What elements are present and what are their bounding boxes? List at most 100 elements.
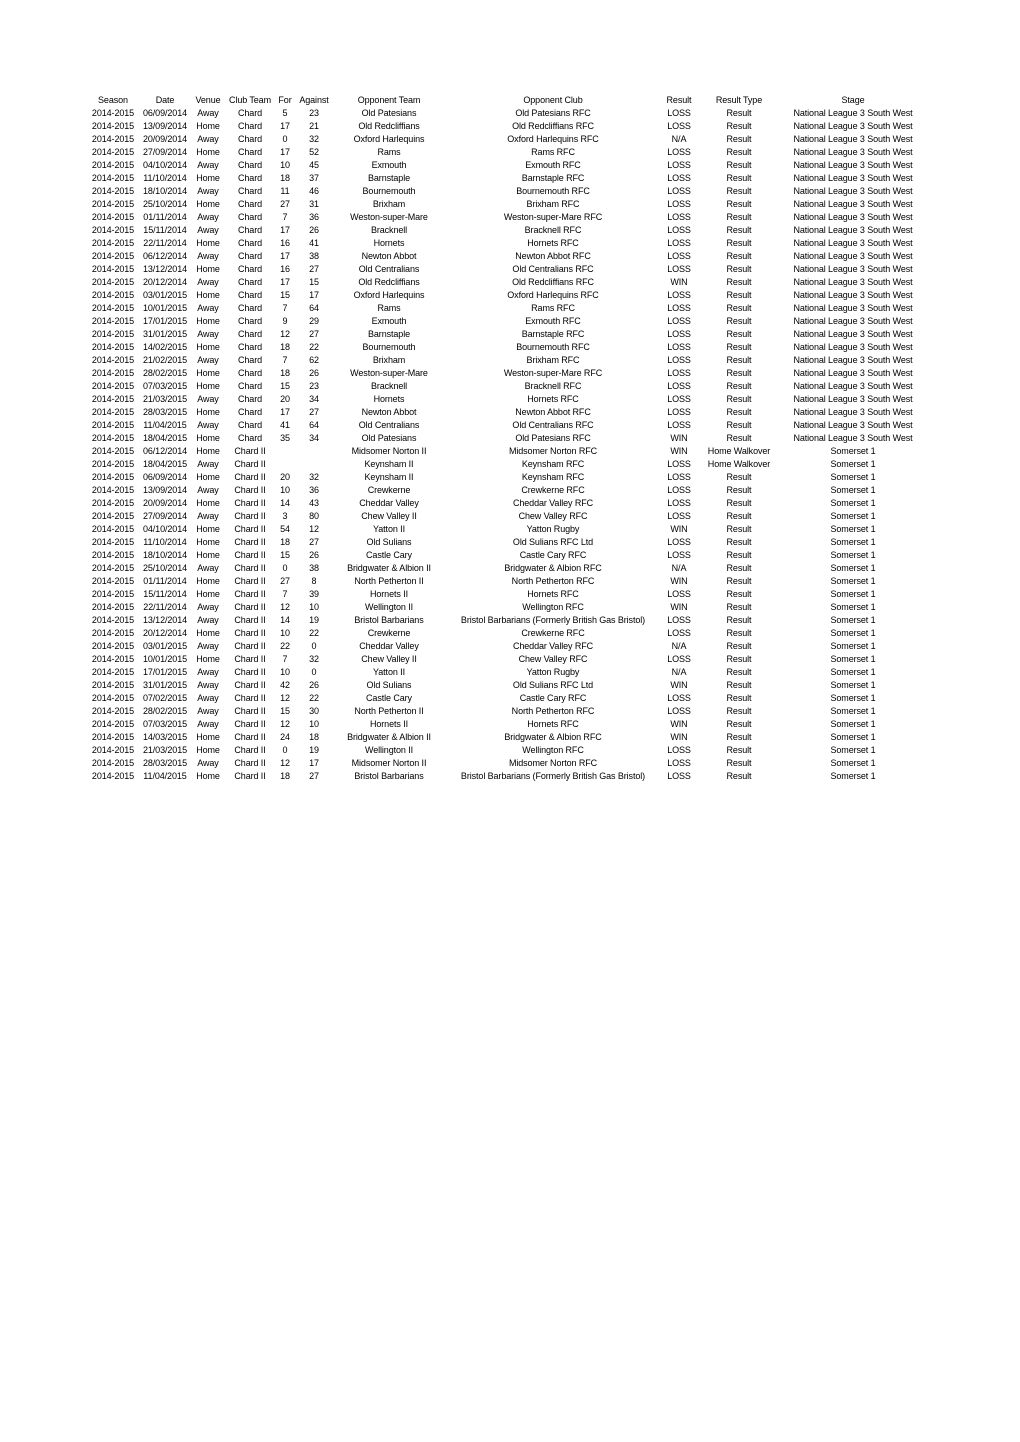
cell-date: 21/03/2015 (142, 745, 188, 755)
cell-against: 17 (309, 758, 319, 768)
cell-opponent-team: Bournemouth (362, 186, 416, 196)
cell-season: 2014-2015 (91, 459, 135, 469)
cell-season: 2014-2015 (91, 121, 135, 131)
cell-season: 2014-2015 (91, 771, 135, 781)
cell-result-type: Result (726, 641, 752, 651)
table-row: 2014-2015 14/03/2015 Home Chard II 24 18 Bridg… (88, 731, 924, 744)
table-row: 2014-2015 15/11/2014 Home Chard II 7 39 Hornet… (88, 588, 924, 601)
cell-result: LOSS (667, 238, 691, 248)
cell-against: 12 (309, 524, 319, 534)
cell-opponent-club: Bracknell RFC (524, 225, 582, 235)
cell-result: LOSS (667, 628, 691, 638)
table-row: 2014-2015 20/09/2014 Home Chard II 14 43 Chedd… (88, 497, 924, 510)
cell-season: 2014-2015 (91, 342, 135, 352)
cell-result: LOSS (667, 160, 691, 170)
cell-stage: Somerset 1 (830, 693, 876, 703)
cell-stage: National League 3 South West (793, 342, 913, 352)
cell-result-type: Result (726, 628, 752, 638)
cell-date: 11/10/2014 (143, 537, 187, 547)
cell-stage: National League 3 South West (793, 290, 913, 300)
header-stage: Stage (841, 95, 865, 105)
cell-date: 04/10/2014 (142, 160, 188, 170)
table-row: 2014-2015 11/04/2015 Home Chard II 18 27 Brist… (88, 770, 924, 783)
cell-stage: Somerset 1 (830, 706, 876, 716)
cell-season: 2014-2015 (91, 589, 135, 599)
cell-venue: Home (196, 121, 220, 131)
cell-club-team: Chard (237, 264, 262, 274)
cell-stage: Somerset 1 (830, 498, 876, 508)
cell-against: 64 (309, 420, 319, 430)
cell-against: 80 (309, 511, 319, 521)
cell-stage: National League 3 South West (793, 147, 913, 157)
cell-stage: Somerset 1 (830, 732, 876, 742)
cell-opponent-club: Midsomer Norton RFC (508, 446, 598, 456)
cell-result-type: Result (726, 680, 752, 690)
cell-date: 28/03/2015 (142, 758, 188, 768)
cell-against: 41 (309, 238, 319, 248)
cell-stage: Somerset 1 (830, 446, 876, 456)
cell-for: 15 (280, 706, 290, 716)
cell-against: 32 (309, 654, 319, 664)
cell-club-team: Chard (237, 186, 262, 196)
cell-venue: Away (197, 420, 219, 430)
table-row: 2014-2015 11/10/2014 Home Chard II 18 27 Old S… (88, 536, 924, 549)
cell-result: LOSS (667, 706, 691, 716)
cell-against: 39 (309, 589, 319, 599)
cell-stage: Somerset 1 (830, 472, 876, 482)
cell-result-type: Result (726, 225, 752, 235)
cell-opponent-team: Castle Cary (366, 550, 412, 560)
cell-venue: Away (197, 706, 219, 716)
cell-opponent-club: Oxford Harlequins RFC (507, 134, 599, 144)
cell-result: WIN (670, 433, 688, 443)
cell-date: 03/01/2015 (142, 641, 188, 651)
table-row: 2014-2015 13/12/2014 Away Chard II 14 19 Brist… (88, 614, 924, 627)
cell-for: 24 (280, 732, 290, 742)
cell-stage: National League 3 South West (793, 433, 913, 443)
cell-venue: Away (197, 563, 219, 573)
cell-result-type: Result (726, 303, 752, 313)
table-row: 2014-2015 04/10/2014 Home Chard II 54 12 Yatto… (88, 523, 924, 536)
table-row: 2014-2015 17/01/2015 Away Chard II 10 0 Yatton… (88, 666, 924, 679)
cell-opponent-team: Rams (377, 147, 401, 157)
cell-result: LOSS (667, 550, 691, 560)
cell-against: 32 (309, 472, 319, 482)
table-row: 2014-2015 01/11/2014 Away Chard 7 36 Weston-su… (88, 211, 924, 224)
cell-season: 2014-2015 (91, 654, 135, 664)
cell-opponent-club: Cheddar Valley RFC (512, 641, 594, 651)
cell-opponent-club: Crewkerne RFC (521, 628, 585, 638)
cell-date: 25/10/2014 (142, 563, 188, 573)
cell-result: LOSS (667, 368, 691, 378)
cell-opponent-club: Hornets RFC (527, 589, 579, 599)
cell-stage: National League 3 South West (793, 303, 913, 313)
cell-date: 13/12/2014 (142, 615, 188, 625)
cell-season: 2014-2015 (91, 212, 135, 222)
cell-club-team: Chard (237, 342, 262, 352)
cell-result: LOSS (667, 472, 691, 482)
cell-stage: National League 3 South West (793, 238, 913, 248)
cell-result: LOSS (667, 745, 691, 755)
cell-result: LOSS (667, 264, 691, 274)
cell-club-team: Chard (237, 329, 262, 339)
cell-club-team: Chard II (234, 693, 266, 703)
cell-stage: Somerset 1 (830, 745, 876, 755)
cell-result: LOSS (667, 329, 691, 339)
cell-venue: Home (196, 472, 220, 482)
cell-venue: Home (196, 147, 220, 157)
cell-for: 18 (280, 173, 290, 183)
header-result-type: Result Type (715, 95, 763, 105)
cell-season: 2014-2015 (91, 485, 135, 495)
cell-season: 2014-2015 (91, 667, 135, 677)
cell-opponent-club: Hornets RFC (527, 238, 579, 248)
cell-for: 17 (280, 251, 290, 261)
cell-opponent-club: North Petherton RFC (511, 576, 595, 586)
cell-result-type: Result (726, 472, 752, 482)
cell-opponent-club: Old Centralians RFC (512, 264, 594, 274)
cell-date: 20/09/2014 (142, 134, 188, 144)
cell-for: 14 (280, 615, 290, 625)
cell-date: 01/11/2014 (143, 212, 187, 222)
cell-season: 2014-2015 (91, 316, 135, 326)
cell-opponent-team: Crewkerne (367, 628, 411, 638)
table-row: 2014-2015 06/09/2014 Away Chard 5 23 Old Pates… (88, 107, 924, 120)
cell-date: 18/10/2014 (142, 550, 188, 560)
cell-against (294, 445, 334, 458)
